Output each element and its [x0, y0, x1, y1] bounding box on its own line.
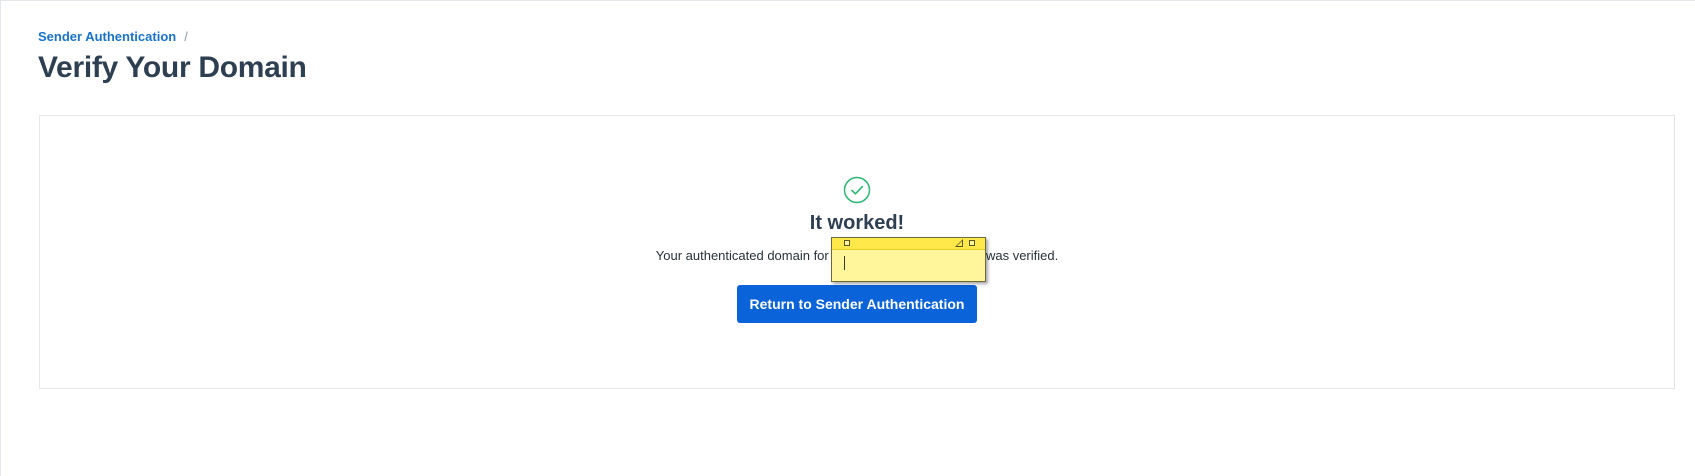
- status-heading: It worked!: [809, 212, 905, 234]
- status-message-end: was verified.: [982, 248, 1059, 263]
- page-title: Verify Your Domain: [38, 51, 307, 84]
- sticky-note[interactable]: [831, 237, 986, 282]
- sticky-note-resize-icon[interactable]: [955, 239, 963, 247]
- sticky-note-close-icon[interactable]: [844, 240, 850, 246]
- page: Sender Authentication / Verify Your Doma…: [0, 0, 1695, 476]
- return-to-sender-authentication-button[interactable]: Return to Sender Authentication: [736, 285, 978, 323]
- sticky-note-titlebar[interactable]: [832, 238, 985, 250]
- status-message-start: Your authenticated domain for: [655, 248, 833, 263]
- breadcrumb-separator: /: [184, 29, 188, 44]
- sticky-note-expand-icon[interactable]: [969, 240, 975, 246]
- text-caret: [844, 256, 845, 270]
- sticky-note-text-input[interactable]: [842, 255, 972, 273]
- breadcrumb-sender-authentication-link[interactable]: Sender Authentication: [38, 29, 176, 45]
- breadcrumb: Sender Authentication /: [38, 29, 188, 45]
- check-circle-icon: [843, 176, 871, 204]
